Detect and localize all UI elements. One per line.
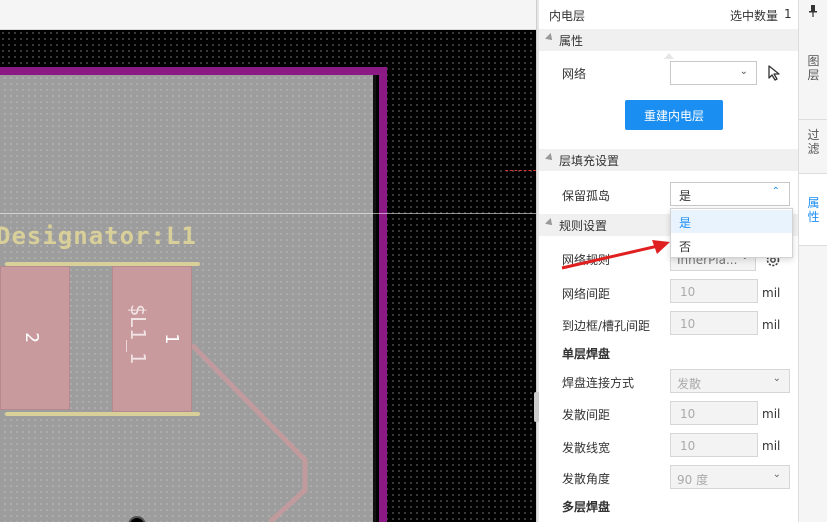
- section-title: 层填充设置: [559, 154, 620, 168]
- silkscreen-line-bottom: [5, 412, 200, 416]
- tab-filter[interactable]: 过滤: [799, 120, 827, 174]
- chevron-up-icon: ⌃: [771, 186, 780, 197]
- component-designator[interactable]: Designator:L1: [0, 222, 197, 250]
- tab-properties[interactable]: 属性: [799, 174, 827, 246]
- spoke-width-input[interactable]: 10: [670, 433, 758, 457]
- object-type-label: 内电层: [549, 9, 586, 23]
- tab-layers[interactable]: 图层: [799, 28, 827, 120]
- section-title: 属性: [559, 34, 584, 48]
- pad-connect-style-value: 发散: [677, 377, 702, 391]
- spoke-angle-label: 发散角度: [562, 472, 611, 486]
- selected-count-value: 1: [784, 7, 792, 21]
- pad-2-number: 2: [20, 332, 42, 343]
- section-properties[interactable]: 属性: [539, 29, 798, 51]
- rebuild-inner-layer-button[interactable]: 重建内电层: [625, 100, 723, 130]
- spoke-gap-label: 发散间距: [562, 408, 611, 422]
- net-clearance-label: 网络间距: [562, 287, 611, 301]
- net-select[interactable]: ⌄: [670, 61, 757, 85]
- spoke-angle-value: 90 度: [677, 473, 709, 487]
- section-layer-fill[interactable]: 层填充设置: [539, 149, 798, 171]
- pad-connect-style-select[interactable]: 发散 ⌄: [670, 369, 790, 393]
- collapse-triangle-icon: [545, 33, 555, 43]
- keep-islands-select[interactable]: 是 ⌃: [670, 182, 790, 206]
- ratsnest-line: [505, 170, 536, 171]
- chevron-down-icon: ⌄: [772, 373, 781, 384]
- side-tab-strip: 图层 过滤 属性: [798, 0, 827, 522]
- panel-header: 内电层 选中数量 1: [539, 0, 798, 29]
- net-clearance-unit: mil: [762, 286, 781, 300]
- keep-islands-value: 是: [679, 189, 692, 203]
- multi-layer-pad-title: 多层焊盘: [562, 500, 611, 514]
- spoke-angle-select[interactable]: 90 度 ⌄: [670, 465, 790, 489]
- collapse-triangle-icon: [545, 153, 555, 163]
- pad-1-net-label: $L1_1: [126, 303, 151, 365]
- pad-connect-style-label: 焊盘连接方式: [562, 376, 635, 390]
- chevron-down-icon: ⌄: [772, 469, 781, 480]
- dropdown-option-no[interactable]: 否: [671, 234, 792, 257]
- spoke-gap-input[interactable]: 10: [670, 401, 758, 425]
- keep-islands-dropdown: 是 否: [670, 208, 793, 258]
- keep-islands-label: 保留孤岛: [562, 189, 611, 203]
- copper-trace: [190, 343, 308, 522]
- dropdown-option-yes[interactable]: 是: [671, 210, 792, 233]
- board-clearance-input[interactable]: 10: [670, 311, 758, 335]
- spoke-width-label: 发散线宽: [562, 441, 611, 455]
- board-clearance-label: 到边框/槽孔间距: [562, 319, 651, 333]
- net-tooltip-caret: [664, 53, 674, 59]
- chevron-down-icon: ⌄: [739, 66, 748, 77]
- pcb-canvas[interactable]: Designator:L1 2 $L1_1 1: [0, 0, 536, 522]
- collapse-triangle-icon: [545, 218, 555, 228]
- pad-1-number: 1: [160, 333, 182, 344]
- section-title: 规则设置: [559, 219, 608, 233]
- selected-count-label: 选中数量: [730, 9, 779, 23]
- pin-icon[interactable]: [808, 4, 818, 18]
- single-layer-pad-title: 单层焊盘: [562, 347, 611, 361]
- cursor-crosshair-line: [0, 213, 536, 214]
- spoke-gap-unit: mil: [762, 407, 781, 421]
- board-clearance-unit: mil: [762, 318, 781, 332]
- net-clearance-input[interactable]: 10: [670, 279, 758, 303]
- spoke-width-unit: mil: [762, 439, 781, 453]
- pick-cursor-icon[interactable]: [767, 65, 781, 81]
- annotation-arrow: [561, 240, 670, 270]
- net-label: 网络: [562, 67, 587, 81]
